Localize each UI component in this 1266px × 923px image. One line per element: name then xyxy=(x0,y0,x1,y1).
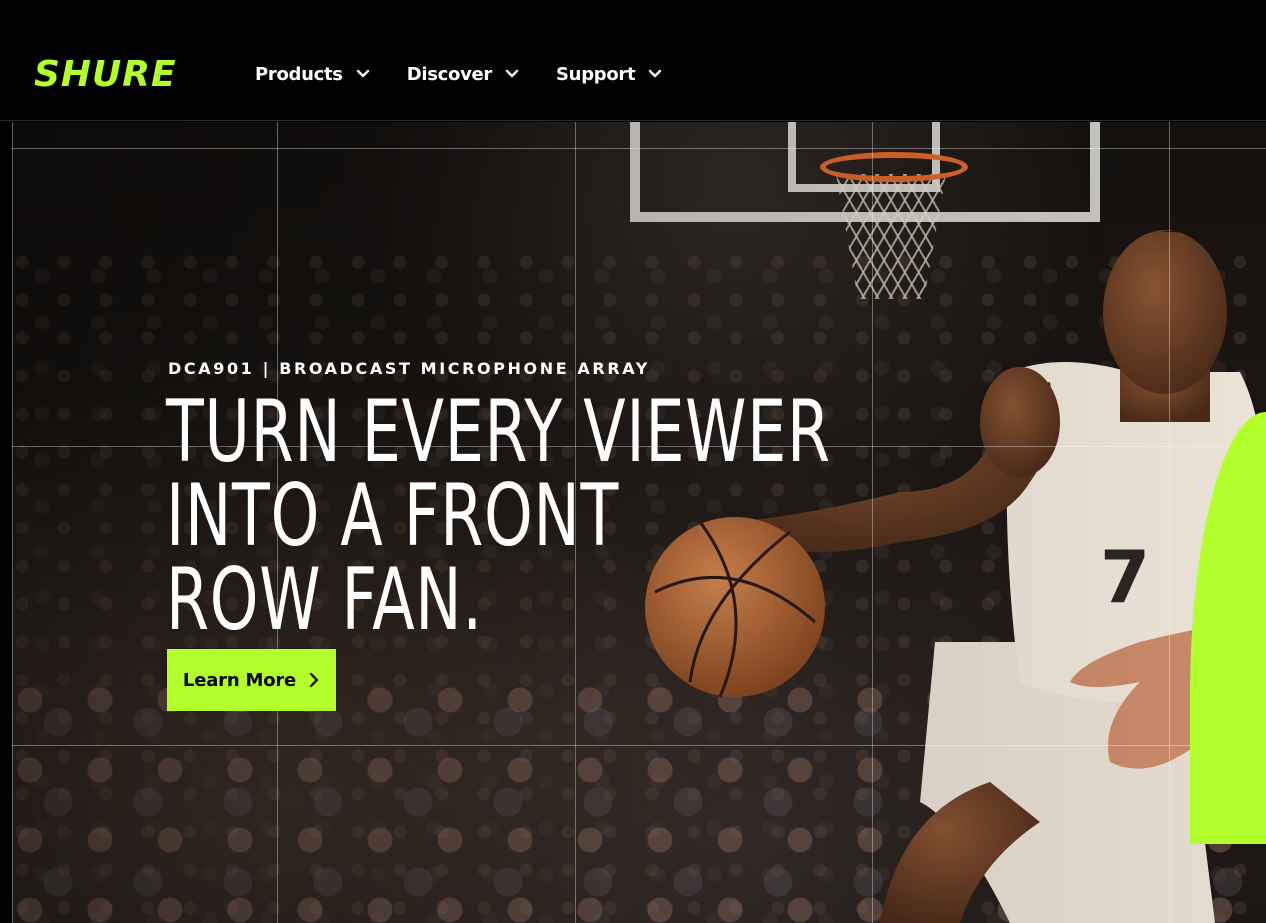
headline-line: INTO A FRONT xyxy=(166,466,620,566)
chevron-down-icon xyxy=(356,69,369,78)
hero-left-edge xyxy=(0,122,12,923)
hero-eyebrow: DCA901 | BROADCAST MICROPHONE ARRAY xyxy=(168,359,650,378)
nav-item-label: Support xyxy=(556,63,636,85)
grid-line xyxy=(12,745,1266,746)
svg-text:SHURE: SHURE xyxy=(34,56,177,92)
grid-line xyxy=(12,122,13,923)
nav-item-label: Products xyxy=(255,63,343,85)
nav-item-support[interactable]: Support xyxy=(556,62,662,86)
nav-item-products[interactable]: Products xyxy=(255,62,370,86)
hero-headline: TURN EVERY VIEWER INTO A FRONT ROW FAN. xyxy=(166,382,831,650)
shure-logo-mark: SHURE xyxy=(34,54,177,95)
grid-line xyxy=(872,122,873,923)
chevron-down-icon xyxy=(649,69,662,78)
site-header: SHURE Products Discover Support xyxy=(0,0,1266,121)
grid-line xyxy=(1169,122,1170,923)
nav-item-label: Discover xyxy=(406,63,493,85)
main-nav: Products Discover Support xyxy=(255,62,699,86)
hero-banner: 7 DCA901 | BROADCAST MICROPHONE ARRAY TU… xyxy=(0,122,1266,923)
learn-more-label: Learn More xyxy=(182,669,297,691)
learn-more-button[interactable]: Learn More xyxy=(167,649,336,711)
shure-logo[interactable]: SHURE xyxy=(32,54,204,95)
grid-line xyxy=(12,148,1266,149)
headline-line: TURN EVERY VIEWER xyxy=(166,382,831,482)
nav-item-discover[interactable]: Discover xyxy=(407,62,519,86)
chevron-right-icon xyxy=(309,672,319,688)
chevron-down-icon xyxy=(505,69,519,78)
headline-line: ROW FAN. xyxy=(166,550,483,650)
